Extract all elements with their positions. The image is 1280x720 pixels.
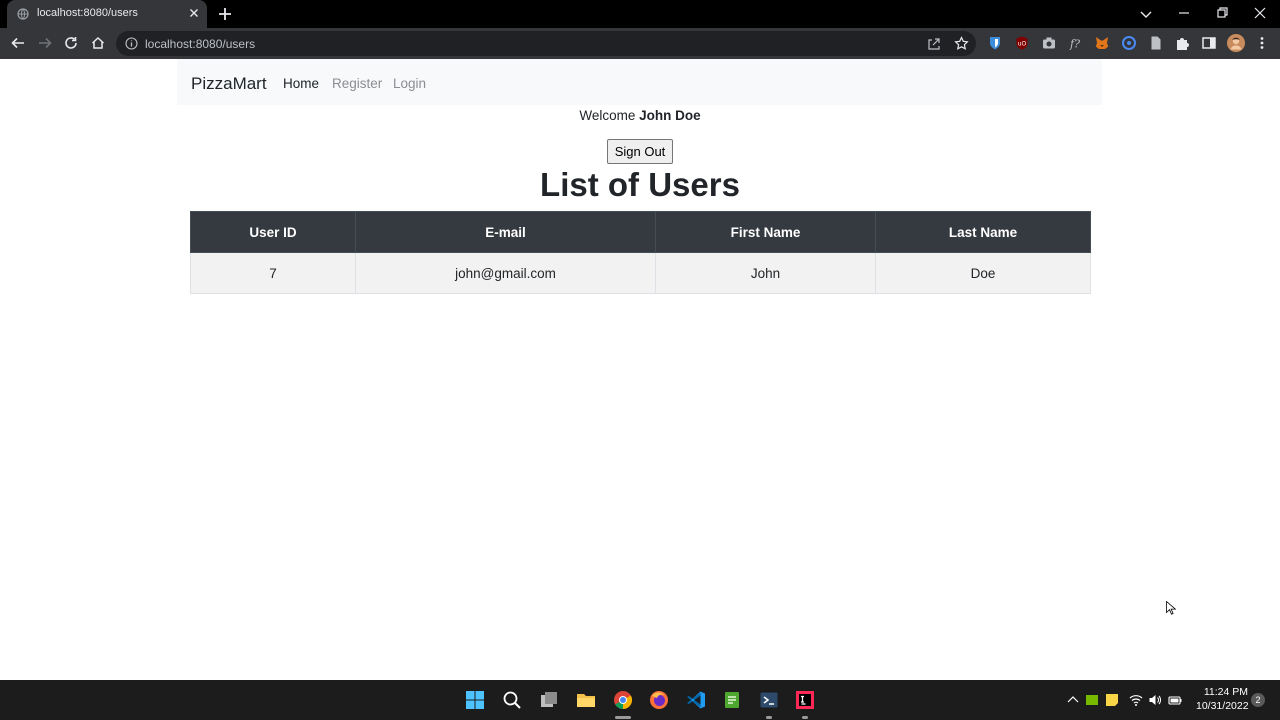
extension-sync-icon[interactable] <box>1121 35 1137 51</box>
notepad-icon[interactable] <box>722 690 742 710</box>
sticky-note-tray-icon[interactable] <box>1105 693 1119 707</box>
column-header-email: E-mail <box>355 211 656 253</box>
column-header-last-name: Last Name <box>875 211 1091 253</box>
reload-icon[interactable] <box>63 35 79 51</box>
nav-link-register[interactable]: Register <box>332 76 382 91</box>
globe-icon <box>17 8 29 20</box>
site-navbar: PizzaMart Home Register Login <box>177 59 1102 105</box>
terminal-icon[interactable] <box>759 690 779 710</box>
windows-start-icon[interactable] <box>465 690 485 710</box>
browser-tab[interactable]: localhost:8080/users <box>7 0 207 28</box>
clock-date[interactable]: 10/31/2022 <box>1196 700 1249 712</box>
column-header-user-id: User ID <box>190 211 356 253</box>
cell-user-id: 7 <box>190 252 356 294</box>
side-panel-icon[interactable] <box>1201 35 1217 51</box>
users-table: User ID E-mail First Name Last Name 7 jo… <box>190 211 1091 294</box>
chrome-icon[interactable] <box>613 690 633 710</box>
new-tab-icon[interactable] <box>217 6 233 22</box>
metamask-fox-icon[interactable] <box>1094 35 1110 51</box>
column-header-first-name: First Name <box>655 211 876 253</box>
chevron-down-icon[interactable] <box>1139 7 1153 21</box>
bitwarden-shield-icon[interactable] <box>987 35 1003 51</box>
search-icon[interactable] <box>502 690 522 710</box>
mouse-cursor-icon <box>1166 601 1176 615</box>
welcome-prefix: Welcome <box>579 108 636 123</box>
forward-arrow-icon[interactable] <box>37 35 53 51</box>
kebab-menu-icon[interactable] <box>1254 35 1270 51</box>
info-icon[interactable] <box>125 37 138 50</box>
notification-count-badge[interactable]: 2 <box>1251 693 1265 707</box>
close-tab-icon[interactable] <box>187 6 201 20</box>
close-window-icon[interactable] <box>1252 5 1268 21</box>
profile-avatar-icon[interactable] <box>1227 34 1245 52</box>
running-app-indicator <box>802 716 808 719</box>
nav-link-login[interactable]: Login <box>393 76 426 91</box>
tab-title: localhost:8080/users <box>37 7 138 19</box>
page-title: List of Users <box>540 166 740 203</box>
welcome-user-name: John Doe <box>639 108 701 123</box>
svg-text:uO: uO <box>1018 41 1027 48</box>
puzzle-extensions-icon[interactable] <box>1174 35 1190 51</box>
formula-icon[interactable]: f? <box>1068 35 1084 51</box>
sign-out-button[interactable]: Sign Out <box>607 139 673 164</box>
windows-taskbar: 11:24 PM 10/31/2022 2 <box>0 680 1280 720</box>
home-icon[interactable] <box>90 35 106 51</box>
share-icon[interactable] <box>927 37 941 51</box>
intellij-idea-icon[interactable] <box>795 690 815 710</box>
battery-icon[interactable] <box>1168 693 1182 707</box>
chevron-up-icon[interactable] <box>1066 693 1080 707</box>
firefox-icon[interactable] <box>649 690 669 710</box>
cell-last-name: Doe <box>875 252 1091 294</box>
ublock-icon[interactable]: uO <box>1014 35 1030 51</box>
wifi-icon[interactable] <box>1129 693 1143 707</box>
back-arrow-icon[interactable] <box>10 35 26 51</box>
web-page: PizzaMart Home Register Login Welcome Jo… <box>0 59 1280 680</box>
bookmark-star-icon[interactable] <box>954 36 969 51</box>
browser-toolbar: localhost:8080/users uO f? 3 <box>0 28 1280 82</box>
document-icon[interactable] <box>1148 35 1164 51</box>
table-header-row: User ID E-mail First Name Last Name <box>190 211 1091 253</box>
svg-text:f?: f? <box>1069 38 1080 51</box>
welcome-message: Welcome John Doe <box>0 108 1280 123</box>
nvidia-tray-icon[interactable] <box>1085 693 1099 707</box>
cell-email: john@gmail.com <box>355 252 656 294</box>
restore-icon[interactable] <box>1214 5 1230 21</box>
minimize-icon[interactable] <box>1176 5 1192 21</box>
clock-time[interactable]: 11:24 PM <box>1196 686 1248 698</box>
table-row: 7 john@gmail.com John Doe <box>190 252 1091 294</box>
volume-icon[interactable] <box>1148 693 1162 707</box>
brand-logo-link[interactable]: PizzaMart <box>191 74 267 94</box>
file-explorer-icon[interactable] <box>576 690 596 710</box>
address-bar[interactable]: localhost:8080/users <box>116 31 976 56</box>
cell-first-name: John <box>655 252 876 294</box>
active-app-indicator <box>615 716 631 719</box>
browser-tab-strip: localhost:8080/users <box>0 0 1280 28</box>
running-app-indicator <box>766 716 772 719</box>
camera-icon[interactable] <box>1041 35 1057 51</box>
url-text[interactable]: localhost:8080/users <box>145 37 255 51</box>
vscode-icon[interactable] <box>686 690 706 710</box>
task-view-icon[interactable] <box>539 690 559 710</box>
nav-link-home[interactable]: Home <box>283 76 319 91</box>
